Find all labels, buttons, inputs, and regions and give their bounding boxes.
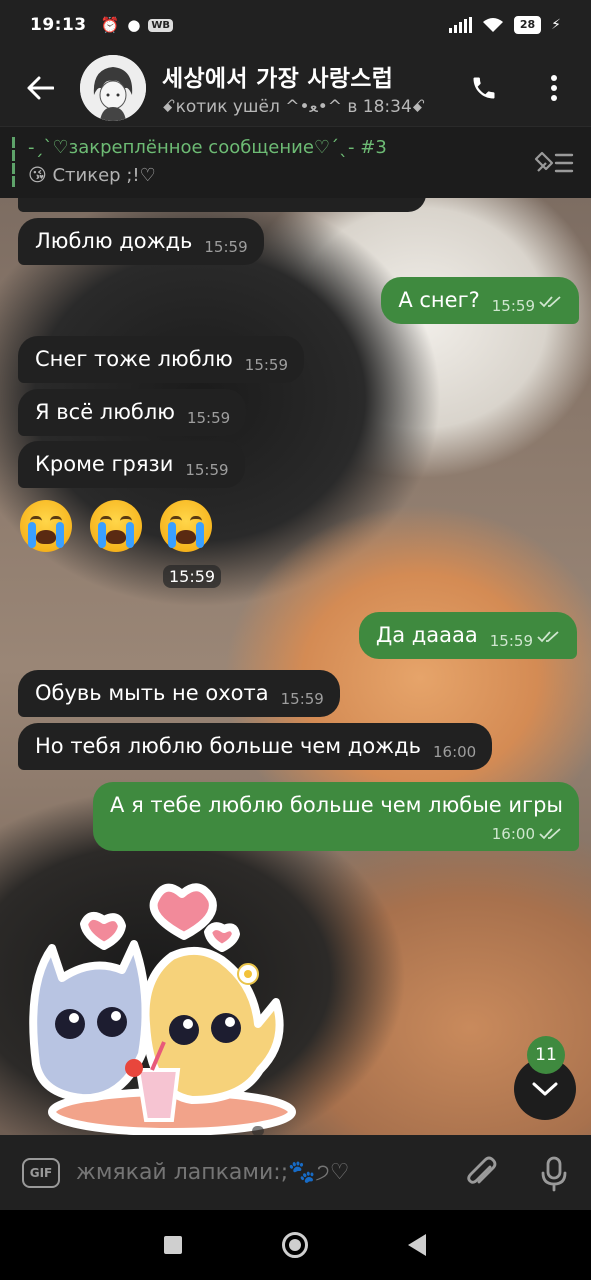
crying-emoji-icon — [160, 500, 212, 552]
attach-button[interactable] — [462, 1153, 502, 1193]
chat-header: 세상에서 가장 사랑스럽 ꗃкотик ушёл ^•ﻌ•^ в 18:34ꗃ — [0, 50, 591, 126]
microphone-icon — [541, 1156, 567, 1192]
crying-emoji-icon — [20, 500, 72, 552]
message-time: 15:59 — [489, 632, 533, 650]
chat-status: ꗃкотик ушёл ^•ﻌ•^ в 18:34ꗃ — [162, 97, 426, 117]
battery-icon: 28 — [513, 16, 542, 34]
microphone-button[interactable] — [534, 1153, 574, 1193]
message-bubble[interactable]: Да даааа 15:59 — [358, 612, 577, 660]
more-vert-icon — [551, 75, 557, 101]
chat-messages[interactable]: Люблю дождь 15:59 А снег? 15:59 Снег тоже … — [0, 198, 591, 1135]
pinned-list-button[interactable] — [532, 147, 576, 179]
message-time: 15:59 — [491, 297, 535, 315]
message-text: Кроме грязи — [35, 452, 174, 476]
message-time: 15:59 — [163, 565, 222, 588]
message-bubble[interactable]: А я тебе люблю больше чем любые игры 16:… — [93, 782, 579, 852]
message-text: Обувь мыть не охота — [35, 681, 269, 705]
system-back-button[interactable] — [408, 1234, 426, 1256]
paperclip-icon — [467, 1156, 497, 1184]
message-time: 15:59 — [204, 238, 248, 256]
sticker-time-cut — [252, 1126, 264, 1135]
message-bubble[interactable]: Я всё люблю 15:59 — [18, 389, 247, 437]
message-bubble[interactable]: Люблю дождь 15:59 — [18, 218, 264, 266]
wb-icon: WB — [148, 18, 174, 32]
cat-dog-sticker[interactable] — [22, 874, 318, 1135]
arrow-left-icon — [27, 76, 54, 100]
chat-titles[interactable]: 세상에서 가장 사랑스럽 ꗃкотик ушёл ^•ﻌ•^ в 18:34ꗃ — [162, 59, 432, 117]
pinned-title: -ˏˋ♡закреплённое сообщение♡ˊˎ- #3 — [28, 137, 387, 158]
status-bar: 19:13 ⏰ ● WB 28 ⚡ — [0, 0, 591, 50]
message-bubble-cut[interactable] — [18, 198, 426, 212]
message-bubble[interactable]: Снег тоже люблю 15:59 — [18, 336, 305, 384]
message-text: Да даааа — [375, 623, 478, 647]
read-check-icon — [537, 625, 561, 650]
message-time: 16:00 — [433, 743, 477, 761]
avatar-drawing — [80, 55, 146, 121]
more-button[interactable] — [536, 66, 572, 110]
message-text: А снег? — [398, 288, 480, 312]
message-text: А я тебе люблю больше чем любые игры — [110, 793, 563, 817]
read-check-icon — [539, 822, 563, 847]
message-bubble[interactable]: А снег? 15:59 — [381, 277, 579, 325]
message-time: 15:59 — [185, 461, 229, 479]
alarm-icon: ⏰ — [100, 16, 120, 34]
message-text: Снег тоже люблю — [35, 347, 233, 371]
reddit-icon: ● — [127, 16, 141, 34]
pinned-indicator — [12, 137, 15, 187]
pinned-message[interactable]: -ˏˋ♡закреплённое сообщение♡ˊˎ- #3 😘 Стик… — [0, 126, 591, 198]
message-time: 15:59 — [186, 409, 231, 427]
message-text: Люблю дождь — [35, 229, 193, 253]
message-composer: GIF — [0, 1135, 591, 1210]
message-time: 15:59 — [280, 690, 324, 708]
avatar[interactable] — [80, 55, 146, 121]
read-check-icon — [539, 290, 563, 315]
recents-button[interactable] — [164, 1236, 182, 1254]
chat-title: 세상에서 가장 사랑스럽 — [162, 66, 394, 92]
emoji-message[interactable] — [20, 500, 212, 552]
unread-count-badge: 11 — [527, 1036, 565, 1074]
message-bubble[interactable]: Обувь мыть не охота 15:59 — [18, 670, 340, 718]
message-time: 16:00 — [491, 825, 535, 844]
signal-icon — [448, 17, 472, 33]
message-time: 15:59 — [244, 356, 289, 374]
pinned-text: 😘 Стикер ;!♡ — [28, 165, 156, 186]
crying-emoji-icon — [90, 500, 142, 552]
message-bubble[interactable]: Кроме грязи 15:59 — [18, 441, 245, 489]
charging-icon: ⚡ — [551, 17, 561, 33]
chevron-down-icon — [532, 1082, 558, 1096]
message-text: Но тебя люблю больше чем дождь — [35, 734, 421, 758]
message-input[interactable] — [76, 1151, 446, 1193]
call-button[interactable] — [462, 66, 506, 110]
system-nav-bar — [0, 1210, 591, 1280]
message-text: Я всё люблю — [35, 400, 175, 424]
home-button[interactable] — [282, 1232, 308, 1258]
phone-icon — [473, 77, 495, 99]
status-time: 19:13 — [30, 15, 87, 35]
pin-list-icon — [534, 151, 574, 173]
back-button[interactable] — [0, 50, 80, 126]
message-bubble[interactable]: Но тебя люблю больше чем дождь 16:00 — [18, 723, 493, 771]
gif-button[interactable]: GIF — [22, 1158, 60, 1188]
wifi-icon — [482, 18, 503, 32]
